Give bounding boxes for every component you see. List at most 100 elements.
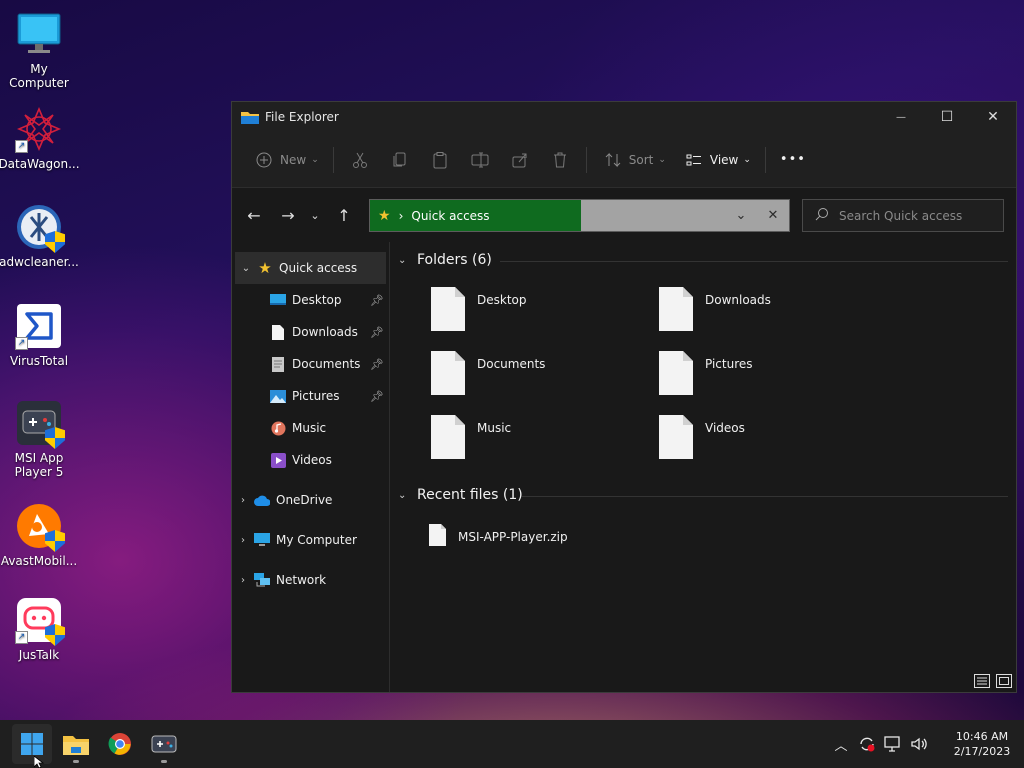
recent-files-group-header[interactable]: ⌄ Recent files (1) xyxy=(398,487,523,503)
toolbar-divider xyxy=(764,146,766,173)
maximize-button[interactable]: ☐ xyxy=(924,102,970,132)
computer-icon xyxy=(254,532,270,548)
search-box[interactable] xyxy=(802,199,1004,232)
chevron-down-icon: ⌄ xyxy=(398,254,407,266)
desktop-icon-msi-app-player[interactable]: MSI App Player 5 xyxy=(0,399,78,479)
sort-button[interactable]: Sort ⌄ xyxy=(593,144,674,176)
taskbar-chrome[interactable] xyxy=(100,724,140,764)
taskbar-msi-app-player[interactable] xyxy=(144,724,184,764)
blank-document-icon xyxy=(431,351,465,395)
sync-status-button[interactable] xyxy=(854,735,880,753)
desktop-icon-adwcleaner[interactable]: adwcleaner... xyxy=(0,203,79,269)
sidebar-item-pictures[interactable]: Pictures 📌︎ xyxy=(232,380,389,412)
paste-button[interactable] xyxy=(420,144,460,176)
arrow-right-icon: → xyxy=(281,205,295,225)
sidebar-item-documents[interactable]: Documents 📌︎ xyxy=(232,348,389,380)
more-options-button[interactable]: ••• xyxy=(772,144,814,176)
cut-button[interactable] xyxy=(340,144,380,176)
avast-icon xyxy=(15,502,65,552)
folder-tile-pictures[interactable]: Pictures xyxy=(659,351,753,395)
desktop-icon-label: JusTalk xyxy=(18,648,60,662)
folder-icon xyxy=(63,736,89,755)
sidebar-item-desktop[interactable]: Desktop 📌︎ xyxy=(232,284,389,316)
show-hidden-icons-button[interactable]: ︿ xyxy=(828,735,854,754)
blank-document-icon xyxy=(431,287,465,331)
search-input[interactable] xyxy=(839,208,989,223)
clock-time: 10:46 AM xyxy=(955,730,1009,743)
desktop-icon-justalk[interactable]: ↗ JusTalk xyxy=(0,596,78,662)
folder-name: Music xyxy=(477,421,512,435)
start-button[interactable] xyxy=(12,724,52,764)
folder-tile-desktop[interactable]: Desktop xyxy=(431,287,527,331)
desktop-icon-datawagon[interactable]: ↗ DataWagon... xyxy=(0,105,80,171)
desktop-icon-virustotal[interactable]: ↗ VirusTotal xyxy=(0,302,78,368)
tiles-view-button[interactable] xyxy=(996,674,1012,688)
address-history-dropdown[interactable]: ⌄ xyxy=(725,208,757,223)
view-button[interactable]: View ⌄ xyxy=(674,144,759,176)
folder-name: Downloads xyxy=(705,293,771,307)
trash-icon xyxy=(548,148,572,172)
network-status-button[interactable] xyxy=(880,736,906,752)
close-icon: ✕ xyxy=(987,109,999,125)
title-bar[interactable]: File Explorer — ☐ ✕ xyxy=(232,102,1016,132)
pin-icon: 📌︎ xyxy=(370,389,384,403)
sidebar-item-music[interactable]: Music xyxy=(232,412,389,444)
details-view-button[interactable] xyxy=(974,674,990,688)
taskbar-file-explorer[interactable] xyxy=(56,724,96,764)
clear-address-button[interactable]: ✕ xyxy=(757,208,789,223)
back-button[interactable]: ← xyxy=(239,200,269,230)
folder-tile-downloads[interactable]: Downloads xyxy=(659,287,771,331)
arrow-left-icon: ← xyxy=(247,205,261,225)
share-button[interactable] xyxy=(500,144,540,176)
address-breadcrumb[interactable]: ★ › Quick access xyxy=(370,200,581,231)
pin-icon: 📌︎ xyxy=(370,325,384,339)
maximize-icon: ☐ xyxy=(940,109,954,125)
datawagon-logo-icon: ↗ xyxy=(15,105,63,153)
sidebar-item-onedrive[interactable]: › OneDrive xyxy=(232,484,389,516)
folders-group-title: Folders (6) xyxy=(417,252,492,268)
monitor-icon xyxy=(15,10,63,58)
chevron-down-icon: ⌄ xyxy=(398,489,407,501)
folder-tile-music[interactable]: Music xyxy=(431,415,511,459)
folder-tile-videos[interactable]: Videos xyxy=(659,415,745,459)
new-button[interactable]: New ⌄ xyxy=(244,144,327,176)
recent-locations-button[interactable]: ⌄ xyxy=(303,200,327,230)
minimize-button[interactable]: — xyxy=(878,102,924,132)
folder-icon xyxy=(241,110,259,124)
forward-button[interactable]: → xyxy=(273,200,303,230)
downloads-folder-icon xyxy=(270,324,286,340)
sidebar-item-label: Network xyxy=(276,573,327,587)
shortcut-arrow-icon: ↗ xyxy=(15,140,28,153)
clock[interactable]: 10:46 AM 2/17/2023 xyxy=(940,729,1024,759)
sidebar-item-quick-access[interactable]: ⌄ ★ Quick access xyxy=(235,252,386,284)
plus-circle-icon xyxy=(252,148,276,172)
window-title: File Explorer xyxy=(265,110,339,124)
folders-group-header[interactable]: ⌄ Folders (6) xyxy=(398,252,492,268)
running-indicator xyxy=(73,760,79,763)
copy-button[interactable] xyxy=(380,144,420,176)
delete-button[interactable] xyxy=(540,144,580,176)
sidebar-item-label: Pictures xyxy=(292,389,340,403)
address-label: Quick access xyxy=(411,208,490,223)
sidebar-item-label: My Computer xyxy=(276,533,357,547)
speaker-icon xyxy=(911,737,927,751)
sidebar-item-downloads[interactable]: Downloads 📌︎ xyxy=(232,316,389,348)
adwcleaner-icon xyxy=(15,203,65,253)
recent-file-item[interactable]: MSI-APP-Player.zip xyxy=(429,524,568,549)
close-button[interactable]: ✕ xyxy=(970,102,1016,132)
address-bar[interactable]: ★ › Quick access ⌄ ✕ xyxy=(369,199,790,232)
shortcut-arrow-icon: ↗ xyxy=(15,337,28,350)
blank-document-icon xyxy=(659,287,693,331)
view-list-icon xyxy=(682,148,706,172)
sidebar-item-videos[interactable]: Videos xyxy=(232,444,389,476)
folder-tile-documents[interactable]: Documents xyxy=(431,351,545,395)
rename-button[interactable] xyxy=(460,144,500,176)
up-button[interactable]: ↑ xyxy=(329,200,359,230)
sidebar-item-network[interactable]: › Network xyxy=(232,564,389,596)
sidebar-item-label: Videos xyxy=(292,453,332,467)
desktop-icon-avast-mobile[interactable]: AvastMobil... xyxy=(0,502,78,568)
volume-button[interactable] xyxy=(906,736,932,752)
desktop-icon-my-computer[interactable]: My Computer xyxy=(0,10,78,90)
sidebar-item-my-computer[interactable]: › My Computer xyxy=(232,524,389,556)
chevron-right-icon: › xyxy=(398,208,404,223)
